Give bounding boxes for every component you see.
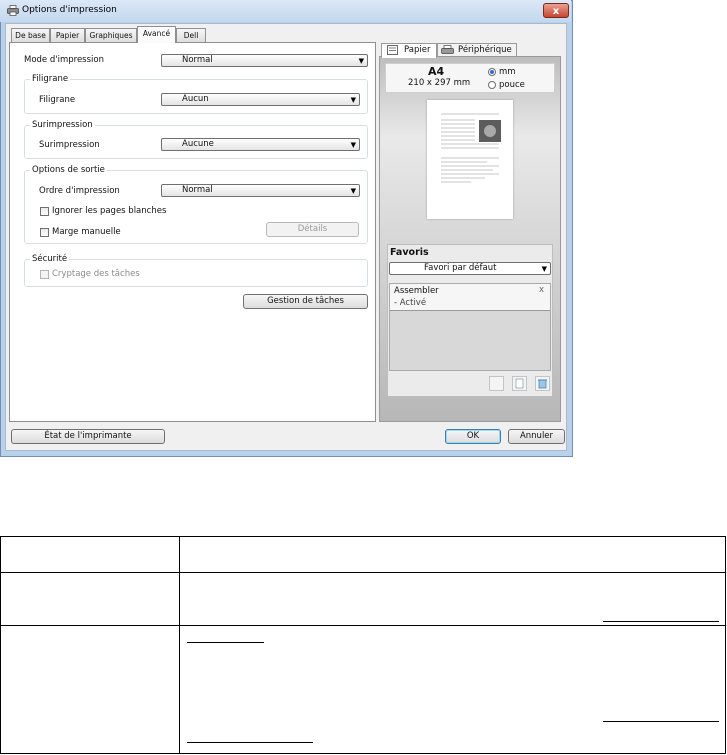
ok-button[interactable]: OK <box>445 429 501 444</box>
manual-margin-label: Marge manuelle <box>52 227 121 237</box>
new-favorite-icon[interactable] <box>489 376 504 391</box>
page-preview <box>427 100 513 219</box>
table-column-divider <box>179 536 180 754</box>
watermark-group-title: Filigrane <box>30 74 71 84</box>
details-button[interactable]: Détails <box>266 222 359 237</box>
print-mode-label: Mode d'impression <box>24 55 104 65</box>
paper-icon <box>387 45 398 55</box>
skip-blank-pages-checkbox[interactable] <box>40 207 49 216</box>
table-link-underline <box>187 742 313 743</box>
overlay-label: Surimpression <box>39 140 100 150</box>
chevron-down-icon: ▼ <box>350 96 356 104</box>
chevron-down-icon: ▼ <box>541 265 547 273</box>
table-link-underline <box>187 642 264 643</box>
tab-papier[interactable]: Papier <box>50 28 85 42</box>
window-title: Options d'impression <box>22 5 117 15</box>
cancel-button[interactable]: Annuler <box>508 429 565 444</box>
table-link-underline <box>603 721 719 722</box>
favorites-item-title: Assembler <box>394 286 439 296</box>
remove-item-icon[interactable]: x <box>539 285 544 295</box>
unit-mm-label: mm <box>499 67 516 77</box>
print-order-label: Ordre d'impression <box>39 186 120 196</box>
chevron-down-icon: ▼ <box>358 57 364 65</box>
tab-avance[interactable]: Avancé <box>137 26 176 43</box>
printer-icon <box>441 45 454 54</box>
table-row-divider <box>0 625 726 626</box>
paper-dimensions: 210 x 297 mm <box>408 78 471 88</box>
security-group-title: Sécurité <box>30 254 70 264</box>
print-order-select[interactable]: Normal ▼ <box>161 184 360 197</box>
overlay-select[interactable]: Aucune ▼ <box>161 138 360 151</box>
tab-dell[interactable]: Dell <box>176 28 206 42</box>
skip-blank-pages-label: Ignorer les pages blanches <box>52 206 167 216</box>
job-encryption-label: Cryptage des tâches <box>52 269 140 279</box>
favorites-item-subtitle: - Activé <box>394 298 427 308</box>
tab-de-base[interactable]: De base <box>11 28 50 42</box>
print-mode-value: Normal <box>182 55 213 65</box>
overlay-value: Aucune <box>182 139 214 149</box>
watermark-select[interactable]: Aucun ▼ <box>161 93 360 106</box>
table-row-divider <box>0 572 726 573</box>
page-preview-content <box>441 113 501 183</box>
chevron-down-icon: ▼ <box>350 187 356 195</box>
printer-status-button[interactable]: État de l'imprimante <box>11 429 165 444</box>
unit-mm-radio[interactable] <box>488 68 496 76</box>
delete-favorite-icon[interactable] <box>535 376 550 391</box>
favorites-select[interactable]: Favori par défaut ▼ <box>389 262 551 275</box>
job-encryption-checkbox[interactable] <box>40 270 49 279</box>
table-link-underline <box>603 621 719 622</box>
favorites-selected: Favori par défaut <box>424 263 497 273</box>
unit-inch-radio[interactable] <box>488 81 496 89</box>
printer-icon <box>7 5 19 16</box>
print-order-value: Normal <box>182 185 213 195</box>
print-mode-select[interactable]: Normal ▼ <box>161 54 368 67</box>
manual-margin-checkbox[interactable] <box>40 228 49 237</box>
job-management-button[interactable]: Gestion de tâches <box>243 294 368 309</box>
close-button[interactable]: x <box>543 3 569 18</box>
watermark-value: Aucun <box>182 94 209 104</box>
tab-graphiques[interactable]: Graphiques <box>85 28 137 42</box>
unit-inch-label: pouce <box>499 80 525 90</box>
paper-size-label: A4 <box>428 65 445 78</box>
favorites-title: Favoris <box>390 247 429 258</box>
overlay-group-title: Surimpression <box>30 120 95 130</box>
watermark-label: Filigrane <box>39 95 76 105</box>
save-favorite-icon[interactable] <box>512 376 527 391</box>
output-options-group-title: Options de sortie <box>30 165 107 175</box>
chevron-down-icon: ▼ <box>350 141 356 149</box>
